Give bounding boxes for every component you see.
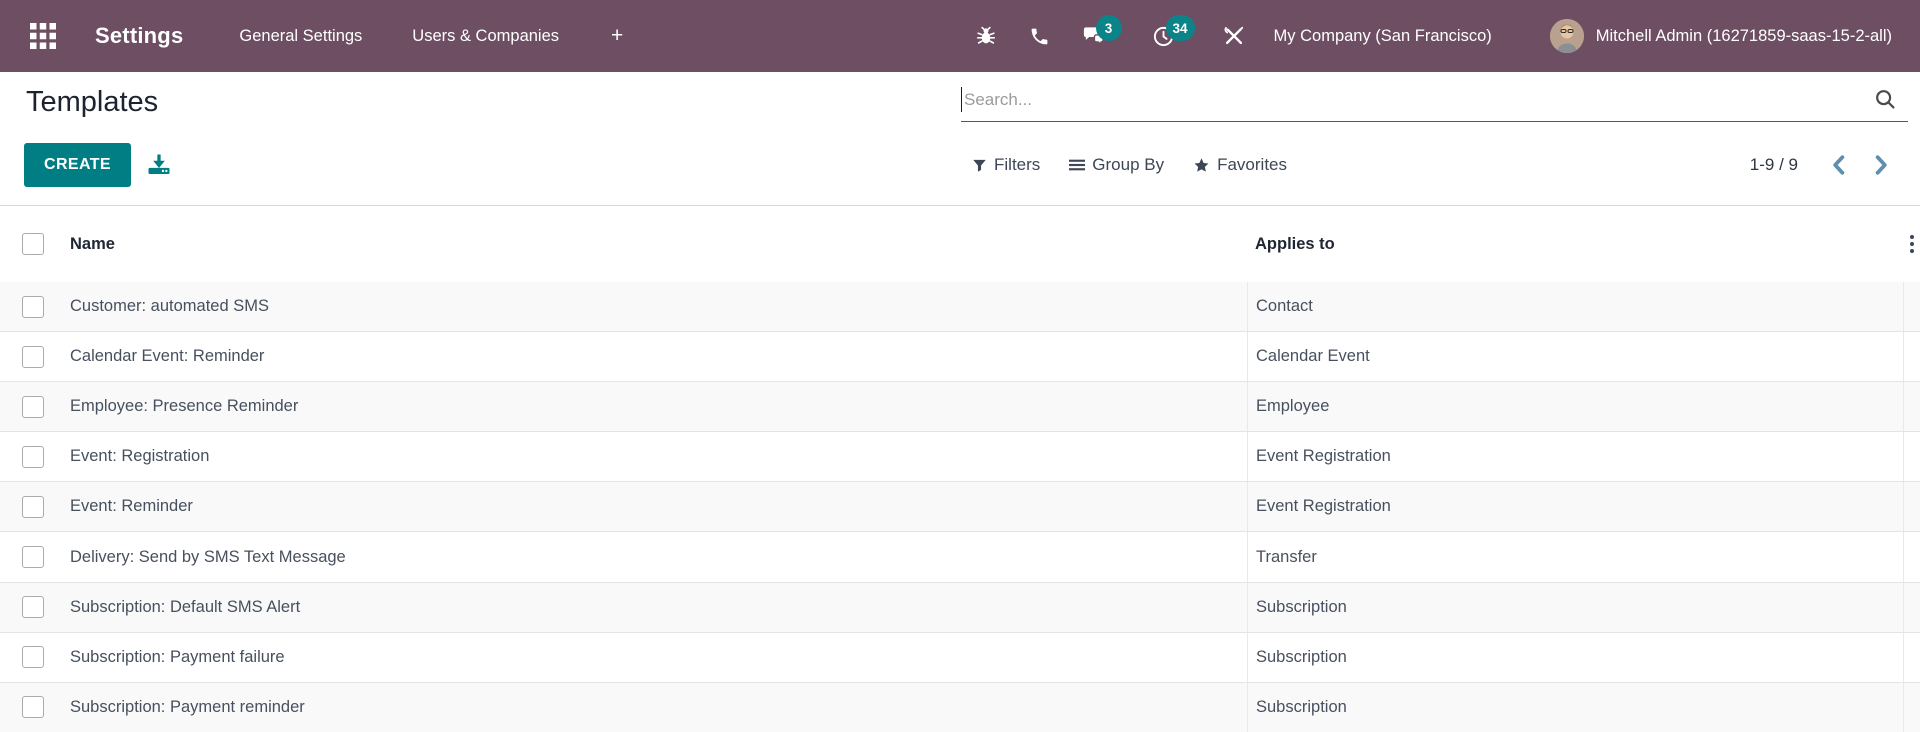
page-title: Templates (26, 86, 158, 119)
group-by-button[interactable]: Group By (1069, 155, 1164, 175)
bug-icon[interactable] (974, 24, 998, 48)
row-checkbox[interactable] (22, 646, 44, 668)
cell-applies-to: Event Registration (1256, 497, 1391, 516)
row-checkbox[interactable] (22, 346, 44, 368)
table-row[interactable]: Calendar Event: Reminder Calendar Event (0, 332, 1920, 382)
tools-icon[interactable] (1222, 24, 1246, 48)
app-title[interactable]: Settings (95, 23, 183, 49)
cell-name: Customer: automated SMS (70, 297, 269, 316)
search-options-bar: Filters Group By Favorites (972, 143, 1287, 187)
cell-applies-to: Subscription (1256, 648, 1347, 667)
search-box (961, 78, 1908, 122)
create-button[interactable]: CREATE (24, 143, 131, 187)
user-avatar (1550, 19, 1584, 53)
table-row[interactable]: Subscription: Payment failure Subscripti… (0, 633, 1920, 683)
user-name: Mitchell Admin (16271859-saas-15-2-all) (1596, 27, 1892, 46)
list-header-row: Name Applies to (0, 206, 1920, 282)
table-row[interactable]: Event: Reminder Event Registration (0, 482, 1920, 532)
row-checkbox[interactable] (22, 396, 44, 418)
cell-applies-to: Event Registration (1256, 447, 1391, 466)
row-checkbox[interactable] (22, 446, 44, 468)
cell-applies-to: Calendar Event (1256, 347, 1370, 366)
cell-name: Calendar Event: Reminder (70, 347, 264, 366)
table-row[interactable]: Employee: Presence Reminder Employee (0, 382, 1920, 432)
row-checkbox[interactable] (22, 296, 44, 318)
text-caret (961, 87, 962, 112)
control-panel: Templates CREATE (0, 72, 1920, 205)
cell-applies-to: Subscription (1256, 698, 1347, 717)
search-icon[interactable] (1873, 87, 1898, 117)
cell-name: Employee: Presence Reminder (70, 397, 298, 416)
table-row[interactable]: Subscription: Default SMS Alert Subscrip… (0, 583, 1920, 633)
company-switcher[interactable]: My Company (San Francisco) (1274, 27, 1492, 46)
search-input[interactable] (961, 78, 1908, 121)
systray: 3 34 (974, 24, 1246, 48)
cell-name: Delivery: Send by SMS Text Message (70, 548, 346, 567)
row-checkbox[interactable] (22, 546, 44, 568)
pager-next-icon[interactable] (1873, 155, 1890, 175)
cell-name: Subscription: Default SMS Alert (70, 598, 300, 617)
row-checkbox[interactable] (22, 696, 44, 718)
table-row[interactable]: Customer: automated SMS Contact (0, 282, 1920, 332)
table-row[interactable]: Event: Registration Event Registration (0, 432, 1920, 482)
activities-icon[interactable]: 34 (1152, 24, 1176, 48)
row-checkbox[interactable] (22, 496, 44, 518)
list-body: Customer: automated SMS Contact Calendar… (0, 282, 1920, 732)
star-icon (1193, 157, 1210, 174)
cell-applies-to: Contact (1256, 297, 1313, 316)
phone-icon[interactable] (1028, 24, 1052, 48)
templates-list: Name Applies to Customer: automated SMS … (0, 205, 1920, 732)
topbar: Settings General Settings Users & Compan… (0, 0, 1920, 72)
select-all-checkbox[interactable] (22, 233, 44, 255)
column-header-name[interactable]: Name (70, 235, 115, 254)
favorites-button[interactable]: Favorites (1193, 155, 1287, 175)
table-row[interactable]: Subscription: Payment reminder Subscript… (0, 683, 1920, 732)
cell-name: Event: Reminder (70, 497, 193, 516)
group-by-lines-icon (1069, 158, 1085, 172)
pager: 1-9 / 9 (1750, 143, 1890, 187)
cell-applies-to: Transfer (1256, 548, 1317, 567)
messages-badge: 3 (1096, 15, 1122, 41)
messages-icon[interactable]: 3 (1082, 24, 1106, 48)
table-row[interactable]: Delivery: Send by SMS Text Message Trans… (0, 532, 1920, 582)
row-checkbox[interactable] (22, 596, 44, 618)
pager-previous-icon[interactable] (1830, 155, 1847, 175)
optional-columns-icon[interactable] (1910, 235, 1914, 253)
activities-badge: 34 (1166, 15, 1195, 41)
apps-grid-icon[interactable] (30, 23, 56, 49)
cell-applies-to: Subscription (1256, 598, 1347, 617)
export-download-icon[interactable] (144, 151, 174, 181)
menu-general-settings[interactable]: General Settings (239, 27, 362, 46)
filter-funnel-icon (972, 158, 987, 173)
filters-button[interactable]: Filters (972, 155, 1040, 175)
user-menu[interactable]: Mitchell Admin (16271859-saas-15-2-all) (1550, 19, 1892, 53)
cell-name: Subscription: Payment failure (70, 648, 285, 667)
add-tab-button[interactable]: + (611, 24, 623, 48)
odoo-settings-app: Settings General Settings Users & Compan… (0, 0, 1920, 732)
cell-applies-to: Employee (1256, 397, 1329, 416)
pager-range: 1-9 / 9 (1750, 155, 1798, 175)
cell-name: Subscription: Payment reminder (70, 698, 305, 717)
column-header-applies-to[interactable]: Applies to (1255, 235, 1335, 254)
cell-name: Event: Registration (70, 447, 209, 466)
menu-users-companies[interactable]: Users & Companies (412, 27, 559, 46)
